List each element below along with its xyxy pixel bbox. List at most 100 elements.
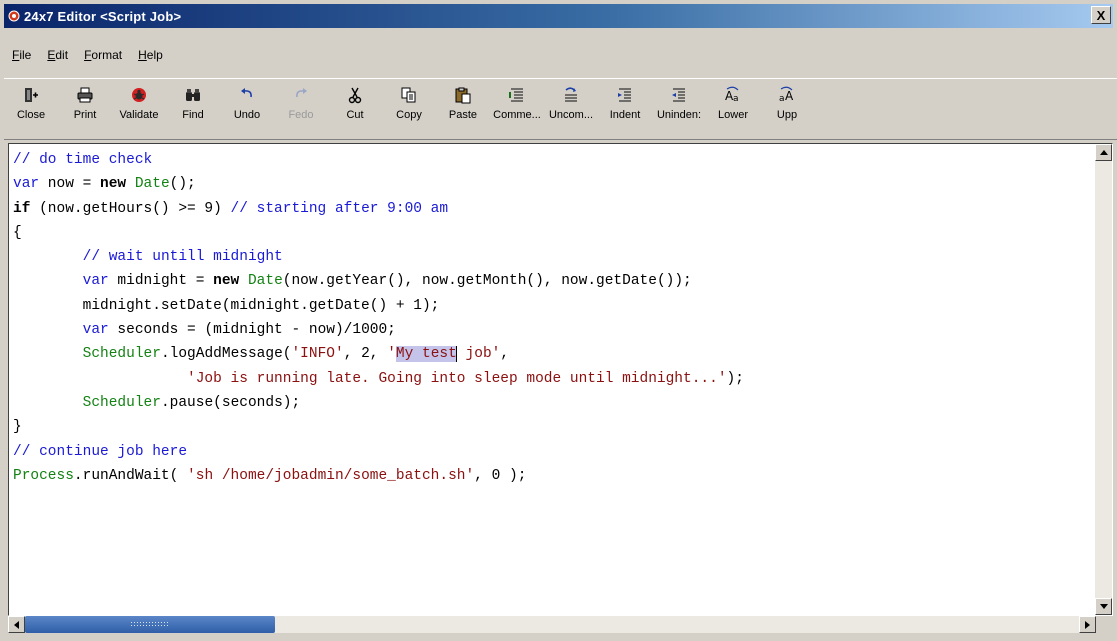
code-line[interactable]: var midnight = new Date(now.getYear(), n… [13,269,1090,293]
code-line[interactable]: Process.runAndWait( 'sh /home/jobadmin/s… [13,464,1090,488]
horizontal-scroll-thumb[interactable] [25,616,275,633]
code-token: ' [387,346,396,363]
validate-bug-icon [129,85,149,105]
code-token: 'Job is running late. Going into sleep m… [187,370,727,387]
code-token: Scheduler [82,394,161,411]
svg-text:A: A [785,89,794,103]
code-token: } [13,419,22,436]
window-close-button[interactable]: X [1091,6,1111,24]
code-line[interactable]: // do time check [13,148,1090,172]
toolbar-label: Cut [346,109,364,121]
print-button[interactable]: Print [58,79,112,139]
fedo-button[interactable]: Fedo [274,79,328,139]
menu-edit[interactable]: Edit [39,48,76,62]
app-icon [8,10,20,22]
paste-button[interactable]: Paste [436,79,490,139]
code-token: .runAndWait( [73,467,188,484]
close-icon: X [1096,7,1106,23]
code-token: // wait untill midnight [82,249,283,266]
code-token: (now.getHours() >= 9) [30,200,231,217]
toolbar: Close Print Validate Find Undo Fedo Cut Copy Pas… [4,78,1117,140]
toolbar-label: Undo [233,109,261,121]
code-line[interactable]: Scheduler.logAddMessage('INFO', 2, 'My t… [13,342,1090,366]
code-token: job' [456,346,501,363]
menu-format[interactable]: Format [76,48,130,62]
code-line[interactable]: midnight.setDate(midnight.getDate() + 1)… [13,294,1090,318]
code-token: seconds = (midnight - now)/1000; [108,322,396,339]
redo-icon [291,85,311,105]
vertical-scrollbar[interactable] [1095,144,1112,615]
indent-button[interactable]: Indent [598,79,652,139]
code-line[interactable]: // wait untill midnight [13,245,1090,269]
lowercase-icon: Aa [723,85,743,105]
arrow-left-icon [14,620,19,629]
indent-icon [615,85,635,105]
scroll-right-button[interactable] [1079,616,1096,633]
code-line[interactable]: 'Job is running late. Going into sleep m… [13,367,1090,391]
code-line[interactable]: var seconds = (midnight - now)/1000; [13,318,1090,342]
lower-button[interactable]: Aa Lower [706,79,760,139]
uppercase-icon: aA [777,85,797,105]
code-token: Date [247,273,283,290]
code-token: , 2, [343,346,388,363]
svg-text:a: a [733,94,739,104]
undo-button[interactable]: Undo [220,79,274,139]
toolbar-label: Comme... [493,109,541,121]
horizontal-scrollbar[interactable] [8,616,1096,633]
menu-bar: File Edit Format Help [4,45,1113,65]
code-token: // do time check [13,152,153,168]
undo-icon [237,85,257,105]
menu-help[interactable]: Help [130,48,171,62]
scroll-down-button[interactable] [1095,598,1112,615]
comme-button[interactable]: Comme... [490,79,544,139]
validate-button[interactable]: Validate [112,79,166,139]
code-area[interactable]: // do time check var now = new Date(); if … [13,148,1090,488]
upp-button[interactable]: a A Upp [760,79,814,139]
code-line[interactable]: // continue job here [13,440,1090,464]
uncomment-icon [561,85,581,105]
scissors-icon [345,85,365,105]
code-line[interactable]: var now = new Date(); [13,172,1090,196]
code-line[interactable]: { [13,221,1090,245]
code-token: ); [726,370,744,387]
close-button[interactable]: Close [4,79,58,139]
code-token: midnight.setDate(midnight.getDate() + 1)… [13,297,440,314]
window-title: 24x7 Editor <Script Job> [24,8,182,24]
code-token: .logAddMessage( [160,346,292,363]
code-token: now = [39,176,101,193]
code-line[interactable]: Scheduler.pause(seconds); [13,391,1090,415]
code-token: (); [169,176,196,193]
uncom-button[interactable]: Uncom... [544,79,598,139]
toolbar-label: Close [16,109,46,121]
cut-button[interactable]: Cut [328,79,382,139]
unindent-icon [669,85,689,105]
uninden-button[interactable]: Uninden: [652,79,706,139]
copy-button[interactable]: Copy [382,79,436,139]
toolbar-label: Uncom... [548,109,593,121]
find-button[interactable]: Find [166,79,220,139]
code-token: var [82,322,109,339]
code-token: // continue job here [13,443,188,460]
code-line[interactable]: } [13,415,1090,439]
binoculars-icon [183,85,203,105]
code-token: 'INFO' [291,346,344,363]
scroll-up-button[interactable] [1095,144,1112,161]
title-bar[interactable]: 24x7 Editor <Script Job> X [4,4,1113,28]
toolbar-label: Indent [609,109,641,121]
arrow-down-icon [1099,604,1108,609]
code-token: , 0 ); [474,467,527,484]
scroll-left-button[interactable] [8,616,25,633]
code-token: var [13,176,40,193]
printer-icon [75,85,95,105]
code-editor[interactable]: // do time check var now = new Date(); if … [8,143,1113,616]
menu-file[interactable]: File [4,48,39,62]
code-line[interactable]: if (now.getHours() >= 9) // starting aft… [13,197,1090,221]
copy-icon [399,85,419,105]
close-doc-icon [21,85,41,105]
code-token: var [82,273,109,290]
